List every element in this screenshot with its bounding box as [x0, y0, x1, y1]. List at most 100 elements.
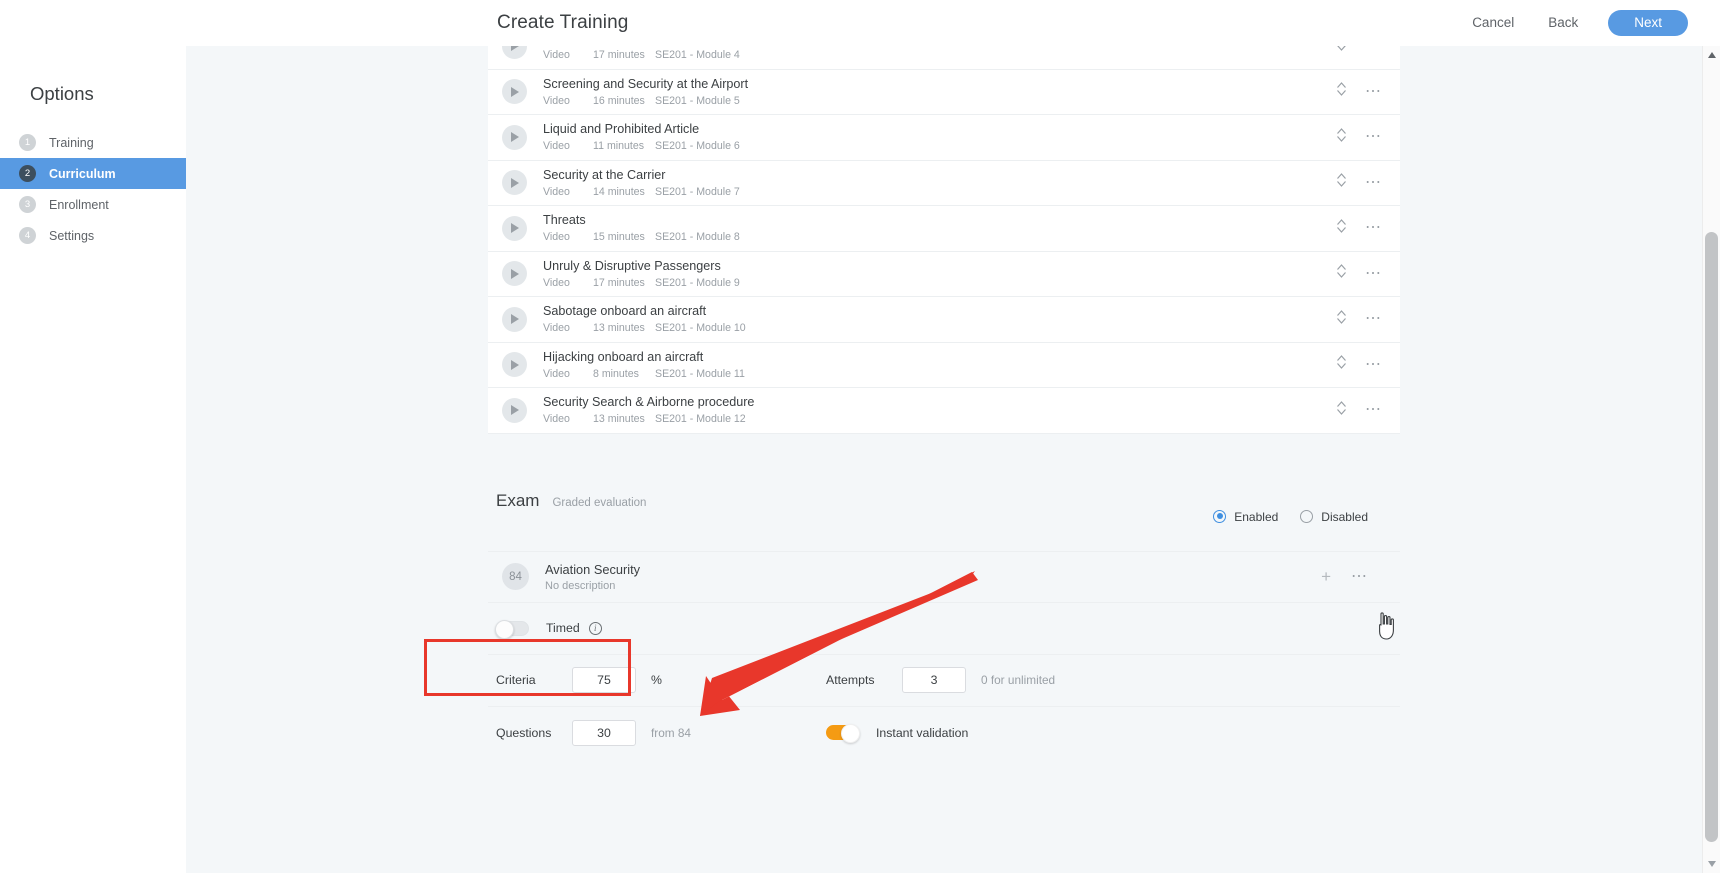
curriculum-row-actions: ⋯ [1336, 127, 1382, 148]
instant-validation-group: Instant validation [826, 724, 969, 743]
app-header: Create Training Cancel Back Next [0, 0, 1720, 46]
curriculum-row-type: Video [543, 185, 570, 198]
reorder-icon[interactable] [1336, 354, 1347, 375]
reorder-icon[interactable] [1336, 309, 1347, 330]
questions-input[interactable] [572, 719, 636, 746]
info-icon[interactable]: i [588, 621, 602, 635]
timed-toggle[interactable] [495, 619, 529, 639]
curriculum-row-title: Security Search & Airborne procedure [543, 395, 755, 410]
more-options-icon[interactable]: ⋯ [1365, 265, 1382, 281]
criteria-attempts-row: Criteria % Attempts 0 for unlimited [488, 655, 1400, 707]
exam-header: Exam Graded evaluation Enabled Disabled [488, 491, 1400, 551]
exam-enabled-radio-option[interactable]: Enabled [1213, 510, 1278, 524]
page-title: Create Training [497, 12, 629, 33]
scrollbar-thumb[interactable] [1705, 232, 1718, 842]
reorder-icon[interactable] [1336, 400, 1347, 421]
play-icon[interactable] [502, 215, 527, 241]
sidebar-item-enrollment[interactable]: 3 Enrollment [0, 189, 186, 220]
exam-title: Exam [496, 490, 540, 510]
vertical-scrollbar[interactable] [1702, 46, 1720, 873]
curriculum-row-info: Threats Video 15 minutes SE201 - Module 8 [543, 213, 1336, 243]
exam-item-description: No description [545, 579, 616, 592]
curriculum-row-meta: Video 16 minutes SE201 - Module 5 [543, 95, 1336, 107]
curriculum-row-info: Hijacking onboard an aircraft Video 8 minu… [543, 350, 1336, 380]
curriculum-row-type: Video [543, 94, 570, 107]
reorder-icon[interactable] [1336, 127, 1347, 148]
more-options-icon[interactable]: ⋯ [1365, 83, 1382, 99]
curriculum-row[interactable]: Liquid and Prohibited Article Video 11 min… [488, 115, 1400, 161]
radio-unselected-icon[interactable] [1300, 510, 1314, 523]
curriculum-list-card: Airport Part IIIVideo17 minutesSE201 - M… [488, 46, 1400, 434]
exam-disabled-radio-option[interactable]: Disabled [1300, 510, 1368, 524]
play-icon[interactable] [502, 261, 527, 287]
play-icon[interactable] [502, 397, 527, 423]
more-options-icon[interactable]: ⋯ [1365, 402, 1382, 418]
curriculum-row[interactable]: Unruly & Disruptive Passengers Video 17 mi… [488, 251, 1400, 297]
step-number-badge: 1 [19, 134, 36, 151]
curriculum-row-meta: Video 8 minutes SE201 - Module 11 [543, 368, 1336, 380]
more-options-icon[interactable]: ⋯ [1365, 356, 1382, 372]
reorder-icon[interactable] [1336, 46, 1347, 57]
add-icon[interactable]: + [1321, 568, 1331, 585]
attempts-group: Attempts 0 for unlimited [826, 667, 1055, 693]
exam-item-row[interactable]: 84 Aviation Security No description + ⋯ [488, 550, 1400, 603]
curriculum-row-actions: ⋯ [1336, 400, 1382, 421]
more-options-icon[interactable]: ⋯ [1365, 129, 1382, 145]
curriculum-row-code: SE201 - Module 8 [655, 231, 740, 244]
sidebar-item-settings[interactable]: 4 Settings [0, 220, 186, 251]
sidebar-item-label: Settings [49, 228, 95, 243]
curriculum-row[interactable]: Sabotage onboard an aircraft Video 13 minu… [488, 297, 1400, 343]
instant-validation-toggle[interactable] [826, 724, 860, 743]
reorder-icon[interactable] [1336, 218, 1347, 239]
scroll-down-icon[interactable] [1703, 855, 1720, 873]
sidebar-item-curriculum[interactable]: 2 Curriculum [0, 158, 186, 189]
exam-question-count-badge: 84 [502, 563, 529, 590]
curriculum-content: Airport Part IIIVideo17 minutesSE201 - M… [186, 46, 1702, 759]
curriculum-row-title: Hijacking onboard an aircraft [543, 349, 704, 364]
curriculum-row-title: Security at the Carrier [543, 167, 666, 182]
radio-selected-icon[interactable] [1213, 510, 1227, 523]
main-scroll-area[interactable]: Airport Part IIIVideo17 minutesSE201 - M… [186, 46, 1702, 873]
curriculum-row-title: Liquid and Prohibited Article [543, 122, 700, 137]
back-button[interactable]: Back [1544, 9, 1582, 36]
play-icon[interactable] [502, 124, 527, 150]
reorder-icon[interactable] [1336, 172, 1347, 193]
play-icon[interactable] [502, 306, 527, 332]
criteria-input[interactable] [572, 667, 636, 693]
instant-validation-label: Instant validation [876, 725, 969, 740]
cancel-button[interactable]: Cancel [1468, 9, 1518, 36]
curriculum-row-actions: ⋯ [1336, 309, 1382, 330]
more-options-icon[interactable]: ⋯ [1365, 46, 1382, 54]
more-options-icon[interactable]: ⋯ [1365, 311, 1382, 327]
sidebar-item-label: Curriculum [49, 166, 116, 181]
curriculum-row[interactable]: Hijacking onboard an aircraft Video 8 minu… [488, 342, 1400, 388]
play-icon[interactable] [502, 46, 527, 59]
attempts-input[interactable] [902, 667, 966, 693]
play-icon[interactable] [502, 170, 527, 196]
curriculum-row-type: Video [543, 413, 570, 426]
curriculum-row[interactable]: Screening and Security at the Airport Vid… [488, 69, 1400, 115]
play-icon[interactable] [502, 352, 527, 378]
reorder-icon[interactable] [1336, 263, 1347, 284]
step-number-badge: 3 [19, 196, 36, 213]
questions-validation-row: Questions from 84 Instant validation [488, 707, 1400, 759]
next-button[interactable]: Next [1608, 9, 1688, 36]
curriculum-list: Airport Part IIIVideo17 minutesSE201 - M… [488, 46, 1400, 434]
curriculum-row[interactable]: Airport Part IIIVideo17 minutesSE201 - M… [488, 46, 1400, 70]
curriculum-row[interactable]: Security at the Carrier Video 14 minutes SE… [488, 160, 1400, 206]
curriculum-row-info: Security Search & Airborne procedure Vide… [543, 395, 1336, 425]
more-options-icon[interactable]: ⋯ [1351, 568, 1368, 584]
curriculum-row-duration: 14 minutes [593, 185, 645, 198]
curriculum-row-actions: ⋯ [1336, 172, 1382, 193]
reorder-icon[interactable] [1336, 81, 1347, 102]
curriculum-row-title: Unruly & Disruptive Passengers [543, 258, 721, 273]
scroll-up-icon[interactable] [1703, 46, 1720, 64]
step-number-badge: 4 [19, 227, 36, 244]
exam-item-name: Aviation Security [545, 561, 641, 577]
curriculum-row[interactable]: Threats Video 15 minutes SE201 - Module 8 ⋯ [488, 206, 1400, 252]
more-options-icon[interactable]: ⋯ [1365, 174, 1382, 190]
play-icon[interactable] [502, 79, 527, 105]
more-options-icon[interactable]: ⋯ [1365, 220, 1382, 236]
sidebar-item-training[interactable]: 1 Training [0, 127, 186, 158]
curriculum-row[interactable]: Security Search & Airborne procedure Vide… [488, 388, 1400, 434]
